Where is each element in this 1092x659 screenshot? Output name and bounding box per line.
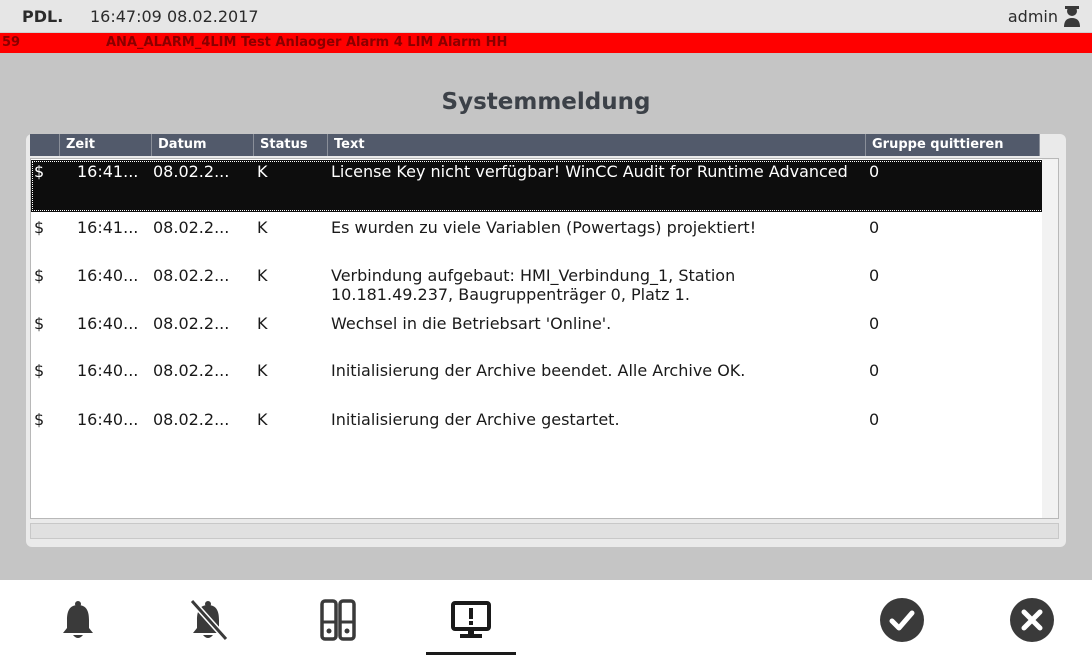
cell-zeit: 16:40... xyxy=(77,314,139,333)
cell-text: License Key nicht verfügbar! WinCC Audit… xyxy=(331,162,848,181)
table-row[interactable]: $ 16:40... 08.02.2... K Initialisierung … xyxy=(31,408,1058,472)
cell-zeit: 16:41... xyxy=(77,162,139,181)
cell-datum: 08.02.2... xyxy=(153,314,230,333)
row-icon: $ xyxy=(34,361,45,380)
cell-status: K xyxy=(257,361,268,380)
cell-gruppe: 0 xyxy=(869,410,880,429)
cell-status: K xyxy=(257,314,268,333)
top-header-bar: PDL. 16:47:09 08.02.2017 admin xyxy=(0,0,1092,33)
row-icon: $ xyxy=(34,162,45,181)
close-circle-icon xyxy=(1010,598,1054,642)
cell-gruppe: 0 xyxy=(869,266,880,285)
alarm-status-bar xyxy=(30,523,1059,539)
cell-gruppe: 0 xyxy=(869,361,880,380)
cell-text: Initialisierung der Archive beendet. All… xyxy=(331,361,746,380)
alarm-mute-button[interactable] xyxy=(178,595,238,645)
main-panel: Systemmeldung Zeit Datum Status Text Gru… xyxy=(0,53,1092,580)
cell-datum: 08.02.2... xyxy=(153,162,230,181)
table-header: Zeit Datum Status Text Gruppe quittieren xyxy=(30,134,1040,156)
cell-gruppe: 0 xyxy=(869,218,880,237)
page-title: Systemmeldung xyxy=(441,89,651,115)
monitor-alert-icon xyxy=(451,601,491,638)
cell-zeit: 16:41... xyxy=(77,218,139,237)
cell-status: K xyxy=(257,410,268,429)
table-row[interactable]: $ 16:41... 08.02.2... K License Key nich… xyxy=(31,160,1058,212)
table-scrollbar[interactable] xyxy=(1042,159,1058,518)
bottom-toolbar xyxy=(0,580,1092,659)
bell-off-icon xyxy=(189,598,229,642)
row-icon: $ xyxy=(34,314,45,333)
cell-zeit: 16:40... xyxy=(77,410,139,429)
cell-text: Verbindung aufgebaut: HMI_Verbindung_1, … xyxy=(331,266,736,304)
check-circle-icon xyxy=(880,598,924,642)
cell-status: K xyxy=(257,162,268,181)
cell-text: Initialisierung der Archive gestartet. xyxy=(331,410,620,429)
app-logo: PDL. xyxy=(22,7,64,26)
column-header-status[interactable]: Status xyxy=(254,134,328,156)
binders-icon xyxy=(320,599,356,641)
acknowledge-button[interactable] xyxy=(872,595,932,645)
alarm-message: ANA_ALARM_4LIM Test Anlaoger Alarm 4 LIM… xyxy=(106,35,508,50)
bell-icon xyxy=(63,601,93,638)
alarm-view: Zeit Datum Status Text Gruppe quittieren… xyxy=(26,134,1066,547)
clock-display: 16:47:09 08.02.2017 xyxy=(90,7,259,26)
cell-zeit: 16:40... xyxy=(77,266,139,285)
alarm-number: 59 xyxy=(2,35,21,50)
row-icon: $ xyxy=(34,410,45,429)
cell-status: K xyxy=(257,266,268,285)
system-message-button[interactable] xyxy=(426,595,516,655)
cell-text: Wechsel in die Betriebsart 'Online'. xyxy=(331,314,612,333)
row-icon: $ xyxy=(34,266,45,285)
cancel-button[interactable] xyxy=(1002,595,1062,645)
alarm-banner[interactable]: 59 ANA_ALARM_4LIM Test Anlaoger Alarm 4 … xyxy=(0,33,1092,53)
cell-datum: 08.02.2... xyxy=(153,218,230,237)
column-header-text[interactable]: Text xyxy=(328,134,866,156)
cell-text: Es wurden zu viele Variablen (Powertags)… xyxy=(331,218,757,237)
cell-datum: 08.02.2... xyxy=(153,266,230,285)
cell-datum: 08.02.2... xyxy=(153,361,230,380)
column-header-icon[interactable] xyxy=(30,134,60,156)
alarm-table[interactable]: $ 16:41... 08.02.2... K License Key nich… xyxy=(30,158,1059,519)
cell-gruppe: 0 xyxy=(869,162,880,181)
column-header-datum[interactable]: Datum xyxy=(152,134,254,156)
user-icon[interactable] xyxy=(1062,4,1082,28)
column-header-gruppe[interactable]: Gruppe quittieren xyxy=(866,134,1040,156)
cell-status: K xyxy=(257,218,268,237)
user-name[interactable]: admin xyxy=(1008,7,1058,26)
alarm-bell-button[interactable] xyxy=(48,595,108,645)
row-icon: $ xyxy=(34,218,45,237)
cell-gruppe: 0 xyxy=(869,314,880,333)
cell-zeit: 16:40... xyxy=(77,361,139,380)
column-header-zeit[interactable]: Zeit xyxy=(60,134,152,156)
cell-datum: 08.02.2... xyxy=(153,410,230,429)
archive-button[interactable] xyxy=(308,595,368,645)
